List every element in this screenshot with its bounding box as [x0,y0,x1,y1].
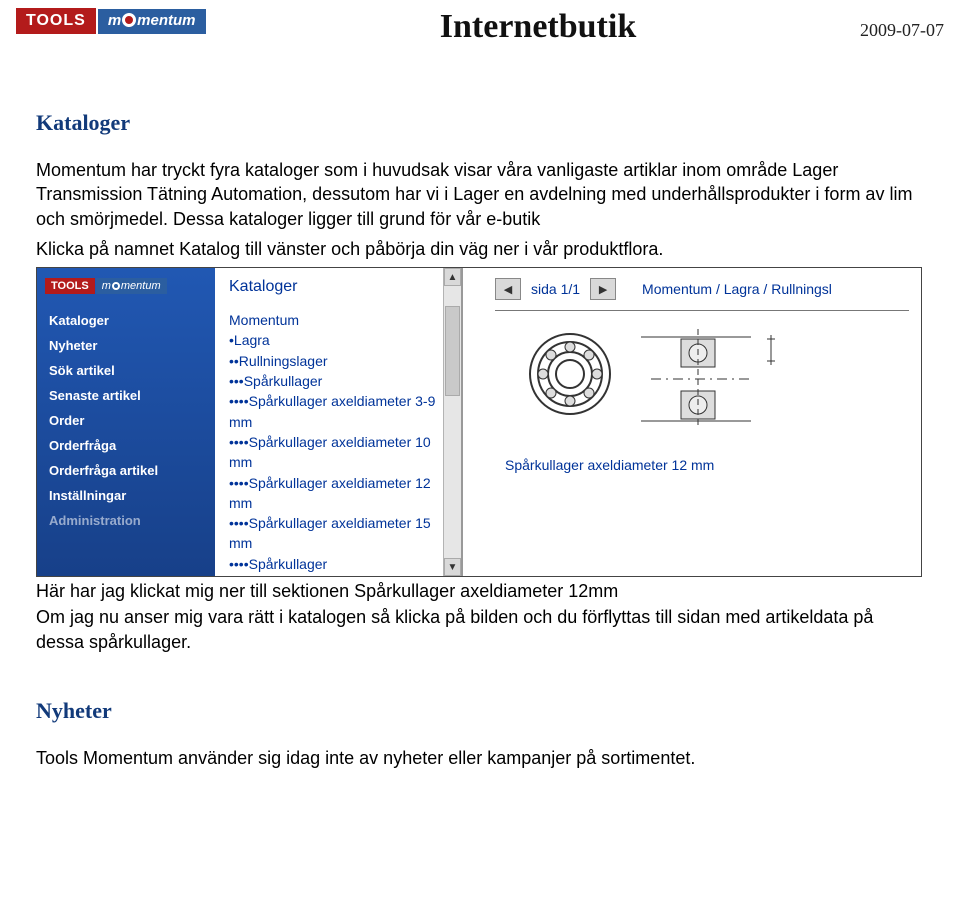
sidebar-item-senaste-artikel[interactable]: Senaste artikel [49,383,203,408]
sidebar-item-order[interactable]: Order [49,408,203,433]
logo-block: TOOLS m mentum [16,8,216,34]
screenshot-detail-panel: ◀ sida 1/1 ▶ Momentum / Lagra / Rullning… [463,268,921,576]
product-caption[interactable]: Spårkullager axeldiameter 12 mm [495,457,909,473]
tree-scrollbar[interactable]: ▲ ▼ [443,268,461,576]
sidebar-item-orderfraga[interactable]: Orderfråga [49,433,203,458]
page-date: 2009-07-07 [860,8,944,41]
sidebar-logo-suffix: mentum [121,280,161,292]
scroll-up-icon[interactable]: ▲ [444,268,461,286]
sidebar-logo: TOOLS m mentum [45,278,207,294]
breadcrumb: Momentum / Lagra / Rullningsl [642,281,832,297]
logo-prefix: m [108,12,121,29]
paragraph-nyheter: Tools Momentum använder sig idag inte av… [36,746,924,770]
ring-icon [112,282,120,290]
next-page-button[interactable]: ▶ [590,278,616,300]
pager-text: sida 1/1 [531,281,580,297]
bearing-image-row[interactable] [495,329,909,429]
heading-nyheter: Nyheter [36,698,924,724]
pager-row: ◀ sida 1/1 ▶ Momentum / Lagra / Rullning… [495,278,909,300]
bearing-section-icon [641,329,781,429]
sidebar-logo-prefix: m [102,280,111,292]
tree-item[interactable]: ••••Spårkullager axeldiameter 10 mm [229,432,451,473]
logo-suffix: mentum [137,12,195,29]
screenshot-embed: TOOLS m mentum Kataloger Nyheter Sök art… [36,267,922,577]
tree-item[interactable]: ••Rullningslager [229,351,451,371]
tree-item[interactable]: ••••Spårkullager axeldiameter 12 mm [229,473,451,514]
sidebar-item-orderfraga-artikel[interactable]: Orderfråga artikel [49,458,203,483]
tree-item[interactable]: ••••Spårkullager axeldiameter 3-9 mm [229,391,451,432]
ring-icon [122,13,136,27]
paragraph-kataloger-1: Momentum har tryckt fyra kataloger som i… [36,158,924,231]
tree-item[interactable]: ••••Spårkullager [229,554,451,574]
page-title: Internetbutik [216,8,860,46]
sidebar-item-nyheter[interactable]: Nyheter [49,333,203,358]
divider [495,310,909,311]
tree-title: Kataloger [229,278,451,296]
tree-item[interactable]: •••Spårkullager [229,371,451,391]
sidebar-logo-tools: TOOLS [45,278,95,294]
sidebar-item-kataloger[interactable]: Kataloger [49,308,203,333]
sidebar-item-sok-artikel[interactable]: Sök artikel [49,358,203,383]
page-header: TOOLS m mentum Internetbutik 2009-07-07 [0,0,960,50]
tree-item[interactable]: •Lagra [229,330,451,350]
paragraph-kataloger-2: Klicka på namnet Katalog till vänster oc… [36,237,924,261]
paragraph-after-1: Här har jag klickat mig ner till sektion… [36,579,924,603]
prev-page-button[interactable]: ◀ [495,278,521,300]
logo-momentum: m mentum [98,9,206,34]
sidebar-logo-momentum: m mentum [96,278,167,294]
heading-kataloger: Kataloger [36,110,924,136]
screenshot-tree-panel: Kataloger Momentum •Lagra ••Rullningslag… [215,268,463,576]
bearing-front-icon [525,329,615,429]
scroll-down-icon[interactable]: ▼ [444,558,461,576]
tree-item[interactable]: Momentum [229,310,451,330]
paragraph-after-2: Om jag nu anser mig vara rätt i kataloge… [36,605,924,654]
sidebar-item-administration[interactable]: Administration [49,508,203,533]
scroll-thumb[interactable] [445,306,460,396]
tree-item[interactable]: ••••Spårkullager axeldiameter 15 mm [229,513,451,554]
logo-tools: TOOLS [16,8,96,34]
screenshot-sidebar: TOOLS m mentum Kataloger Nyheter Sök art… [37,268,215,576]
sidebar-item-installningar[interactable]: Inställningar [49,483,203,508]
sidebar-nav: Kataloger Nyheter Sök artikel Senaste ar… [37,308,215,533]
